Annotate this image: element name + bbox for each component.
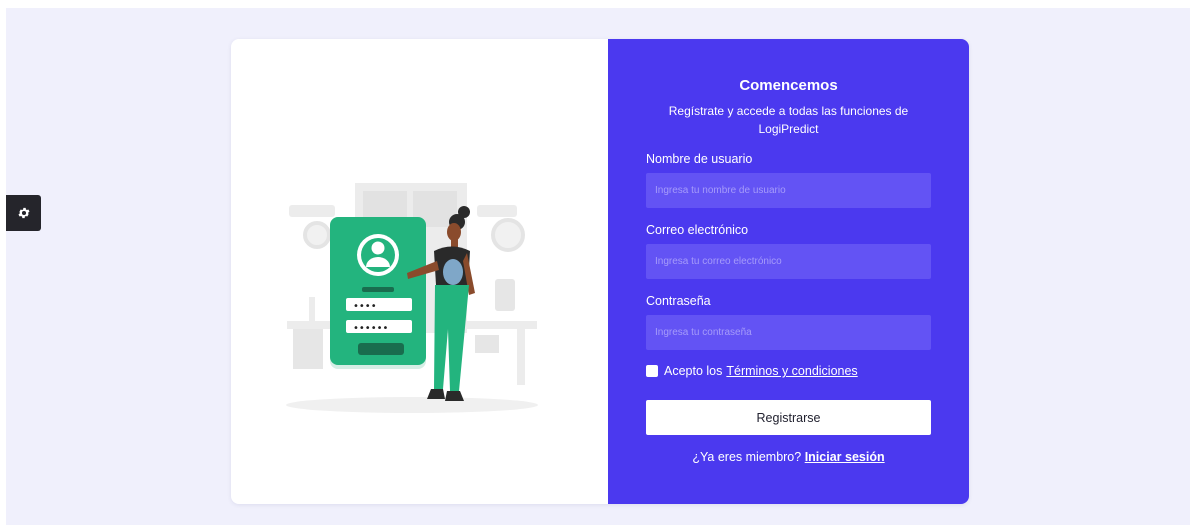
terms-row: Acepto los Términos y condiciones — [646, 364, 858, 378]
illustration-panel: •••• •••••• — [231, 39, 608, 504]
password-input[interactable] — [646, 315, 931, 350]
form-subtitle: Regístrate y accede a todas las funcione… — [668, 104, 909, 136]
register-button[interactable]: Registrarse — [646, 400, 931, 435]
signup-form-panel: Comencemos Regístrate y accede a todas l… — [608, 39, 969, 504]
username-input[interactable] — [646, 173, 931, 208]
email-label: Correo electrónico — [646, 223, 749, 237]
gear-icon — [17, 207, 30, 219]
signup-card: •••• •••••• Comencemos Regístrate y acce… — [231, 39, 969, 504]
login-link[interactable]: Iniciar sesión — [805, 450, 885, 464]
masked-password-1: •••• — [353, 301, 377, 312]
floor-shadow — [286, 397, 538, 413]
terms-link[interactable]: Términos y condiciones — [726, 364, 857, 378]
member-prompt: ¿Ya eres miembro? — [692, 450, 802, 464]
email-input[interactable] — [646, 244, 931, 279]
terms-prefix: Acepto los — [664, 364, 723, 378]
terms-checkbox[interactable] — [646, 365, 658, 377]
phone-illustration: •••• •••••• — [330, 217, 426, 369]
password-label: Contraseña — [646, 294, 711, 308]
settings-button[interactable] — [6, 195, 41, 231]
signup-illustration: •••• •••••• — [286, 183, 538, 413]
masked-password-2: •••••• — [353, 323, 388, 334]
member-prompt-row: ¿Ya eres miembro? Iniciar sesión — [608, 450, 969, 464]
username-label: Nombre de usuario — [646, 152, 753, 166]
form-title: Comencemos — [739, 77, 838, 94]
